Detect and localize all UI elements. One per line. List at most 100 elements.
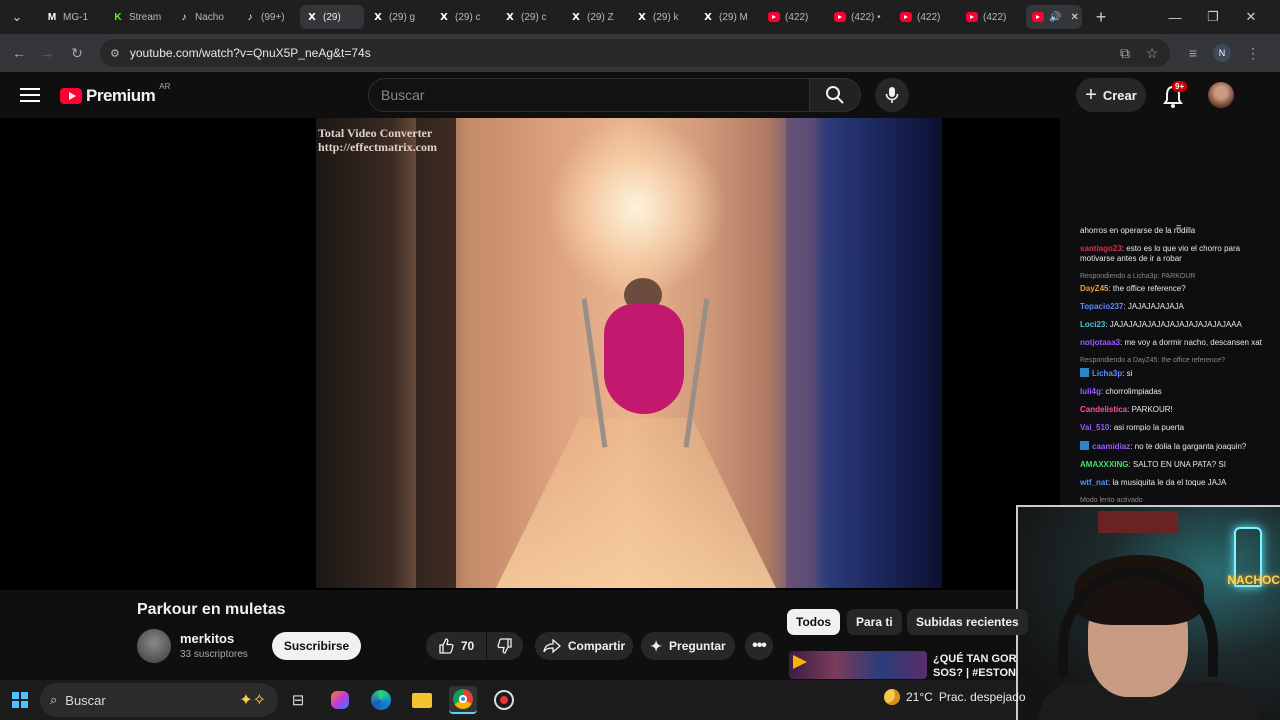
task-view-icon[interactable]: ⊟ (284, 686, 312, 714)
subscribe-button[interactable]: Suscribirse (272, 632, 361, 660)
youtube-search-input[interactable]: Buscar (368, 78, 810, 112)
video-door-frame-left (416, 118, 456, 588)
browser-tab[interactable]: K Stream (106, 5, 170, 29)
thumbs-up-icon (439, 638, 454, 654)
chat-message: luli4g: chorrolimpiadas (1080, 387, 1274, 397)
dislike-button[interactable] (487, 632, 523, 660)
youtube-logo-text: Premium (86, 86, 156, 105)
browser-menu-icon[interactable]: ⋮ (1242, 42, 1264, 64)
recommendation-title-line-1: ¿QUÉ TAN GORD (933, 653, 1017, 665)
chat-username[interactable]: caamidiaz (1092, 442, 1130, 451)
weather-widget[interactable]: 21°C Prac. despejado (884, 689, 1026, 705)
browser-tab[interactable]: X (29) Z (564, 5, 628, 29)
notifications-button[interactable]: 9+ (1160, 81, 1188, 109)
browser-tab[interactable]: X (29) M (696, 5, 760, 29)
filter-chip[interactable]: Todos (787, 609, 841, 635)
browser-tab[interactable]: X (29) c (432, 5, 496, 29)
recommendation-thumbnail[interactable] (789, 651, 927, 679)
chat-username[interactable]: Topacio237 (1080, 302, 1123, 311)
profile-avatar[interactable]: N (1211, 42, 1233, 64)
video-frame[interactable]: Total Video Converter http://effectmatri… (316, 118, 942, 588)
chat-message: DayZ45: the office reference? (1080, 284, 1274, 294)
browser-tab-label: (29) Z (587, 11, 614, 23)
share-button[interactable]: Compartir (535, 632, 633, 660)
copilot-icon[interactable] (326, 686, 354, 714)
taskbar-search-input[interactable]: ⌕ Buscar ✦✧ (40, 683, 278, 717)
browser-tab[interactable]: X (29) g (366, 5, 430, 29)
recommendation-title[interactable]: ¿QUÉ TAN GORD SOS? | #ESTONC (933, 652, 1017, 680)
notification-count-badge: 9+ (1172, 81, 1188, 92)
youtube-logo[interactable]: Premium AR (60, 82, 170, 106)
create-label: Crear (1102, 87, 1137, 103)
filter-chip[interactable]: Subidas recientes (907, 609, 1028, 635)
browser-tab[interactable]: (422) (960, 5, 1024, 29)
more-actions-button[interactable]: ••• (745, 632, 773, 660)
reload-icon[interactable]: ↻ (66, 42, 88, 64)
chat-username[interactable]: Vai_510 (1080, 423, 1109, 432)
youtube-icon (1032, 12, 1044, 22)
browser-tab[interactable]: X (29) (300, 5, 364, 29)
chat-username[interactable]: notjotaaa3 (1080, 338, 1120, 347)
chat-username[interactable]: Loci23 (1080, 320, 1105, 329)
chat-message: Loci23: JAJAJAJAJAJAJAJAJAJAJAJAJAAA (1080, 320, 1274, 330)
restore-icon[interactable]: ❐ (1202, 6, 1224, 28)
chrome-icon[interactable] (449, 686, 477, 714)
like-button[interactable]: 70 (426, 632, 486, 660)
channel-avatar[interactable] (137, 629, 171, 663)
edge-browser-icon[interactable] (367, 686, 395, 714)
browser-tab-current[interactable]: 🔊 ✕ (1026, 5, 1082, 29)
create-button[interactable]: + Crear (1076, 78, 1146, 112)
browser-tab-label: (29) g (389, 11, 416, 23)
browser-tab[interactable]: (422) (762, 5, 826, 29)
ask-button[interactable]: ✦ Preguntar (641, 632, 735, 660)
chat-message: caamidiaz: no te dolia la garganta joaqu… (1080, 441, 1274, 452)
back-icon[interactable]: ← (8, 42, 30, 64)
chat-message: santiago23: esto es lo que vio el chorro… (1080, 244, 1274, 264)
search-placeholder: Buscar (381, 87, 425, 103)
url-text: youtube.com/watch?v=QnuX5P_neAg&t=74s (129, 46, 371, 60)
forward-icon[interactable]: → (36, 42, 58, 64)
browser-tab[interactable]: (422) • (828, 5, 892, 29)
browser-tab[interactable]: X (29) c (498, 5, 562, 29)
browser-tab[interactable]: X (29) k (630, 5, 694, 29)
filter-chip[interactable]: Para ti (847, 609, 902, 635)
media-control-icon[interactable]: ≡ (1182, 42, 1204, 64)
sparkle-icon: ✦ (650, 637, 663, 654)
region-code: AR (159, 82, 171, 91)
browser-tab[interactable]: ♪ (99+) (238, 5, 302, 29)
more-horizontal-icon: ••• (752, 637, 767, 654)
chat-username[interactable]: DayZ45 (1080, 284, 1108, 293)
hamburger-menu-icon[interactable] (20, 85, 40, 105)
browser-tab-label: (29) k (653, 11, 679, 23)
new-tab-button[interactable]: + (1090, 6, 1112, 28)
close-tab-icon[interactable]: ✕ (1070, 12, 1078, 23)
close-window-icon[interactable]: ✕ (1240, 6, 1262, 28)
chat-message-text: : asi rompio la puerta (1109, 423, 1185, 432)
minimize-icon[interactable]: — (1164, 6, 1186, 28)
account-avatar[interactable] (1208, 82, 1234, 108)
windows-start-icon[interactable] (6, 686, 34, 714)
channel-name[interactable]: merkitos (180, 631, 234, 646)
chat-message: AMAXXXING: SALTO EN UNA PATA? SI (1080, 460, 1274, 470)
stream-chat-overlay: ≡ ahorros en operarse de la rodilla santi… (1070, 222, 1280, 506)
chat-username[interactable]: Licha3p (1092, 369, 1122, 378)
chat-username[interactable]: Candelistica (1080, 405, 1127, 414)
chat-message-text: : no te dolia la garganta joaquin? (1130, 442, 1247, 451)
file-explorer-icon[interactable] (408, 686, 436, 714)
install-app-icon[interactable]: ⧉ (1114, 42, 1136, 64)
browser-tab[interactable]: (422) (894, 5, 958, 29)
chat-username[interactable]: AMAXXXING (1080, 460, 1128, 469)
chat-username[interactable]: wtf_nat (1080, 478, 1108, 487)
chat-username[interactable]: luli4g (1080, 387, 1101, 396)
bookmark-star-icon[interactable]: ☆ (1141, 42, 1163, 64)
address-bar[interactable]: ⚙ youtube.com/watch?v=QnuX5P_neAg&t=74s (100, 39, 1170, 67)
voice-search-button[interactable] (875, 78, 909, 112)
chat-message: Licha3p: si (1080, 368, 1274, 379)
obs-recording-icon[interactable] (490, 686, 518, 714)
tab-search-icon[interactable]: ⌄ (6, 6, 28, 28)
browser-tab[interactable]: ♪ Nacho (172, 5, 236, 29)
browser-tab[interactable]: M MG-1 (40, 5, 104, 29)
site-info-icon[interactable]: ⚙ (110, 47, 120, 60)
youtube-search-button[interactable] (809, 78, 861, 112)
chat-username[interactable]: santiago23 (1080, 244, 1122, 253)
